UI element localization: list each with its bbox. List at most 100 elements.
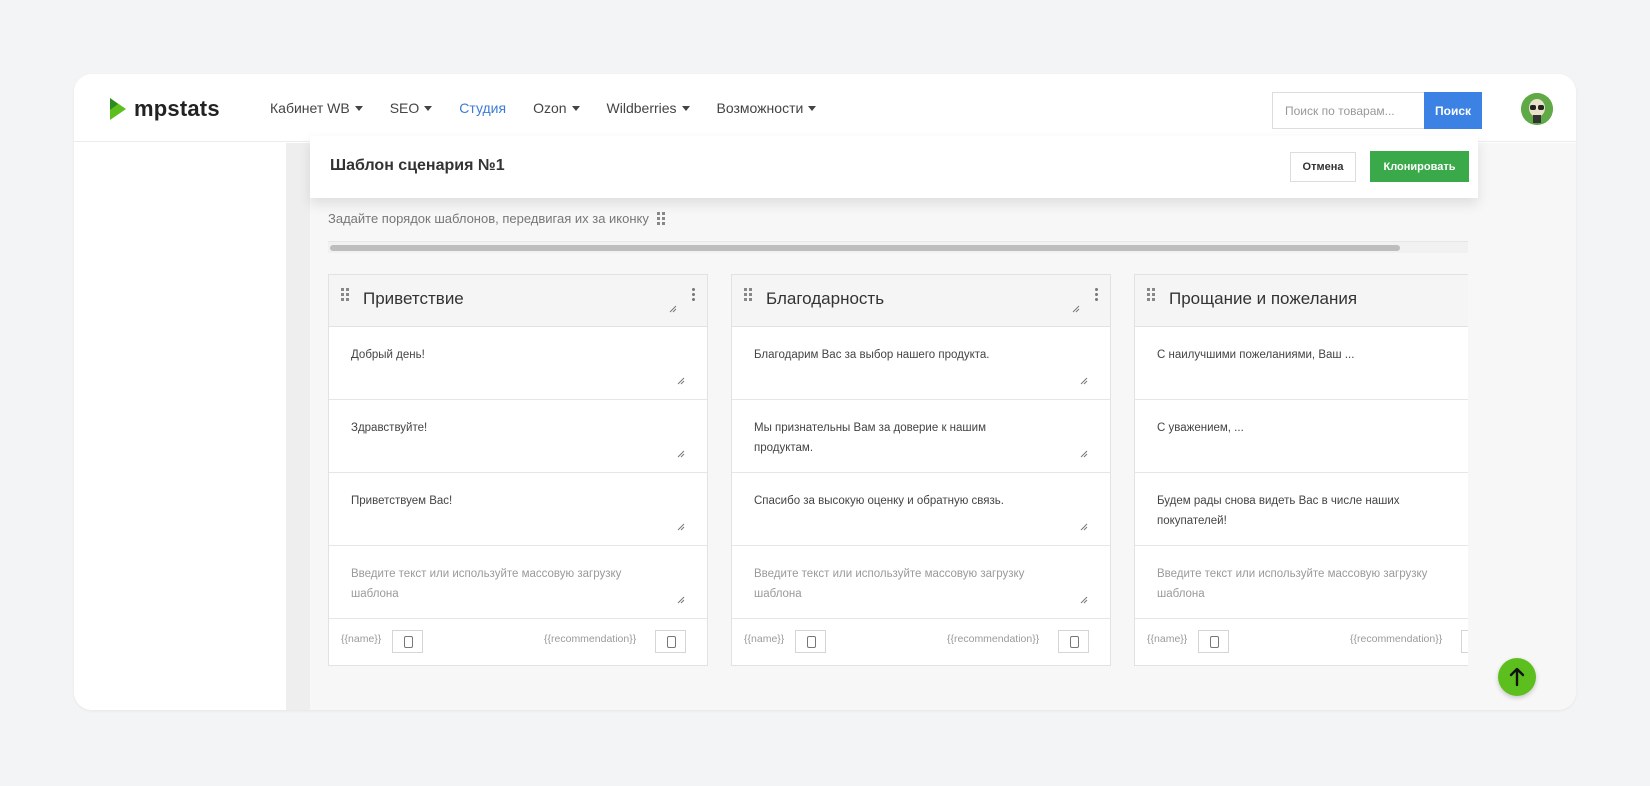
template-text[interactable]: Приветствуем Вас! xyxy=(351,491,671,511)
top-navbar: mpstats Кабинет WB SEO Студия Ozon Wildb… xyxy=(74,74,1576,142)
copy-icon xyxy=(807,636,816,648)
hint-text: Задайте порядок шаблонов, передвигая их … xyxy=(328,211,649,226)
template-item[interactable]: Спасибо за высокую оценку и обратную свя… xyxy=(732,473,1110,546)
template-item[interactable]: Здравствуйте! xyxy=(329,400,707,473)
copy-name-button[interactable] xyxy=(795,630,826,653)
nav-item-label: Кабинет WB xyxy=(270,100,350,116)
grip-icon[interactable] xyxy=(744,288,752,301)
sidebar-divider xyxy=(286,143,310,710)
template-text[interactable]: С уважением, ... xyxy=(1157,418,1468,438)
nav-item-ozon[interactable]: Ozon xyxy=(533,100,580,116)
column-footer: {{name}} {{recommendation}} xyxy=(329,618,707,665)
nav-item-label: Студия xyxy=(459,100,507,116)
clone-button[interactable]: Клонировать xyxy=(1370,151,1469,182)
variable-recommendation-label: {{recommendation}} xyxy=(1350,633,1443,645)
kebab-icon[interactable] xyxy=(692,288,695,301)
variable-recommendation-label: {{recommendation}} xyxy=(947,633,1040,645)
nav-item-label: Ozon xyxy=(533,100,567,116)
template-placeholder[interactable]: Введите текст или используйте массовую з… xyxy=(754,564,1074,604)
horizontal-scrollbar[interactable] xyxy=(328,241,1468,253)
nav-item-features[interactable]: Возможности xyxy=(717,100,817,116)
column-header: Благодарность xyxy=(732,275,1110,327)
resize-icon[interactable] xyxy=(1080,523,1088,531)
template-item[interactable]: Приветствуем Вас! xyxy=(329,473,707,546)
resize-icon[interactable] xyxy=(677,596,685,604)
grip-icon[interactable] xyxy=(341,288,349,301)
caret-down-icon xyxy=(808,105,817,111)
template-text[interactable]: Благодарим Вас за выбор нашего продукта. xyxy=(754,345,1074,365)
copy-name-button[interactable] xyxy=(392,630,423,653)
column-footer: {{name}} {{recommendation}} xyxy=(732,618,1110,665)
resize-icon[interactable] xyxy=(677,377,685,385)
template-column-greeting: Приветствие Добрый день! Здравствуйте! П… xyxy=(328,274,708,666)
nav-item-label: Возможности xyxy=(716,100,804,116)
resize-icon[interactable] xyxy=(677,450,685,458)
resize-icon[interactable] xyxy=(1080,450,1088,458)
column-footer: {{name}} {{recommendation}} xyxy=(1135,618,1468,665)
copy-recommendation-button[interactable] xyxy=(655,630,686,653)
new-template-input[interactable]: Введите текст или используйте массовую з… xyxy=(329,546,707,619)
template-text[interactable]: Спасибо за высокую оценку и обратную свя… xyxy=(754,491,1074,511)
resize-icon[interactable] xyxy=(669,305,677,313)
resize-icon[interactable] xyxy=(1072,305,1080,313)
template-placeholder[interactable]: Введите текст или используйте массовую з… xyxy=(351,564,671,604)
template-item[interactable]: Будем рады снова видеть Вас в числе наши… xyxy=(1135,473,1468,546)
new-template-input[interactable]: Введите текст или используйте массовую з… xyxy=(732,546,1110,619)
logo[interactable]: mpstats xyxy=(108,96,220,122)
template-column-farewell: Прощание и пожелания С наилучшими пожела… xyxy=(1134,274,1468,666)
template-text[interactable]: Добрый день! xyxy=(351,345,671,365)
nav-item-seo[interactable]: SEO xyxy=(390,100,433,116)
product-search: Поиск xyxy=(1272,92,1482,129)
variable-name-label: {{name}} xyxy=(341,633,382,645)
nav-item-wildberries[interactable]: Wildberries xyxy=(607,100,690,116)
arrow-up-icon xyxy=(1509,667,1525,687)
nav-item-studio[interactable]: Студия xyxy=(459,100,506,116)
search-input[interactable] xyxy=(1272,92,1424,129)
resize-icon[interactable] xyxy=(677,523,685,531)
caret-down-icon xyxy=(424,105,433,111)
template-item[interactable]: С наилучшими пожеланиями, Ваш ... xyxy=(1135,327,1468,400)
template-text[interactable]: С наилучшими пожеланиями, Ваш ... xyxy=(1157,345,1468,365)
copy-icon xyxy=(404,636,413,648)
grip-icon xyxy=(656,212,665,225)
template-item[interactable]: Добрый день! xyxy=(329,327,707,400)
caret-down-icon xyxy=(354,105,363,111)
search-button[interactable]: Поиск xyxy=(1424,92,1482,129)
caret-down-icon xyxy=(571,105,580,111)
sidebar-area xyxy=(74,143,286,710)
nav-item-label: SEO xyxy=(389,100,420,116)
template-text[interactable]: Мы признательны Вам за доверие к нашим п… xyxy=(754,418,1044,458)
scenario-header: Шаблон сценария №1 Отмена Клонировать xyxy=(310,136,1478,198)
variable-recommendation-label: {{recommendation}} xyxy=(544,633,637,645)
copy-icon xyxy=(1210,636,1219,648)
copy-recommendation-button[interactable] xyxy=(1058,630,1089,653)
scrollbar-thumb[interactable] xyxy=(330,245,1400,251)
copy-recommendation-button[interactable] xyxy=(1461,630,1468,653)
user-avatar-icon xyxy=(1521,93,1553,125)
template-text[interactable]: Будем рады снова видеть Вас в числе наши… xyxy=(1157,491,1447,531)
grip-icon[interactable] xyxy=(1147,288,1155,301)
template-item[interactable]: С уважением, ... xyxy=(1135,400,1468,473)
template-placeholder[interactable]: Введите текст или используйте массовую з… xyxy=(1157,564,1462,604)
resize-icon[interactable] xyxy=(1080,596,1088,604)
resize-icon[interactable] xyxy=(1080,377,1088,385)
variable-name-label: {{name}} xyxy=(1147,633,1188,645)
column-title[interactable]: Благодарность xyxy=(766,289,884,309)
brand-name: mpstats xyxy=(134,96,220,121)
column-title[interactable]: Прощание и пожелания xyxy=(1169,289,1357,309)
main-nav: Кабинет WB SEO Студия Ozon Wildberries В… xyxy=(270,74,843,142)
kebab-icon[interactable] xyxy=(1095,288,1098,301)
copy-name-button[interactable] xyxy=(1198,630,1229,653)
nav-item-cabinet-wb[interactable]: Кабинет WB xyxy=(270,100,363,116)
template-text[interactable]: Здравствуйте! xyxy=(351,418,671,438)
caret-down-icon xyxy=(681,105,690,111)
scroll-to-top-button[interactable] xyxy=(1498,658,1536,696)
template-item[interactable]: Благодарим Вас за выбор нашего продукта. xyxy=(732,327,1110,400)
copy-icon xyxy=(1070,636,1079,648)
cancel-button[interactable]: Отмена xyxy=(1290,152,1356,182)
column-title[interactable]: Приветствие xyxy=(363,289,464,309)
template-item[interactable]: Мы признательны Вам за доверие к нашим п… xyxy=(732,400,1110,473)
avatar[interactable] xyxy=(1521,93,1553,125)
new-template-input[interactable]: Введите текст или используйте массовую з… xyxy=(1135,546,1468,619)
reorder-hint: Задайте порядок шаблонов, передвигая их … xyxy=(328,211,665,226)
